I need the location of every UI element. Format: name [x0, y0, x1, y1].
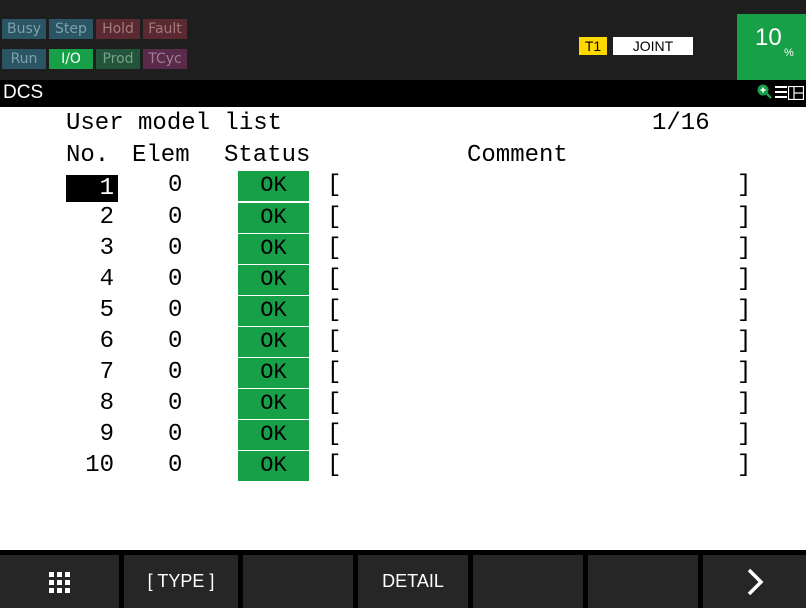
table-row[interactable]: 3 0 OK [ ] [0, 234, 806, 264]
chevron-right-icon [747, 569, 763, 596]
f3-detail-button[interactable]: DETAIL [358, 555, 468, 608]
elem-cell[interactable]: 0 [168, 296, 182, 326]
comment-open-bracket[interactable]: [ [327, 203, 341, 233]
status-cell: OK [238, 203, 309, 233]
elem-cell[interactable]: 0 [168, 203, 182, 233]
comment-close-bracket[interactable]: ] [737, 420, 751, 450]
comment-open-bracket[interactable]: [ [327, 451, 341, 481]
elem-cell[interactable]: 0 [168, 420, 182, 450]
user-model-list-panel: User model list 1/16 No. Elem Status Com… [0, 107, 806, 550]
mode-badge: T1 [579, 37, 607, 55]
comment-open-bracket[interactable]: [ [327, 296, 341, 326]
f1-type-button[interactable]: [ TYPE ] [124, 555, 238, 608]
row-number-cell[interactable]: 10 [66, 451, 118, 481]
screen-title: DCS [3, 82, 44, 103]
f5-button[interactable] [588, 555, 698, 608]
table-row[interactable]: 5 0 OK [ ] [0, 296, 806, 326]
grid-icon [49, 571, 70, 593]
status-cell: OK [238, 296, 309, 326]
comment-close-bracket[interactable]: ] [737, 203, 751, 233]
row-number-cell[interactable]: 3 [66, 234, 118, 264]
comment-close-bracket[interactable]: ] [737, 451, 751, 481]
column-header-elem: Elem [132, 142, 190, 169]
row-number-cell[interactable]: 9 [66, 420, 118, 450]
comment-open-bracket[interactable]: [ [327, 389, 341, 419]
row-number-cell[interactable]: 5 [66, 296, 118, 326]
status-cell: OK [238, 358, 309, 388]
status-cell: OK [238, 265, 309, 295]
column-header-status: Status [224, 142, 311, 169]
f2-button[interactable] [243, 555, 353, 608]
comment-close-bracket[interactable]: ] [737, 296, 751, 326]
function-key-bar: [ TYPE ] DETAIL [0, 550, 806, 608]
status-bar: Busy Step Hold Fault Run I/O Prod TCyc T… [0, 0, 806, 80]
busy-indicator: Busy [2, 19, 46, 39]
status-cell: OK [238, 234, 309, 264]
list-title: User model list [66, 110, 283, 137]
comment-close-bracket[interactable]: ] [737, 265, 751, 295]
table-row[interactable]: 2 0 OK [ ] [0, 203, 806, 233]
row-number-cell[interactable]: 6 [66, 327, 118, 357]
hold-indicator: Hold [96, 19, 140, 39]
column-header-comment: Comment [467, 142, 568, 169]
comment-open-bracket[interactable]: [ [327, 234, 341, 264]
row-number-cell[interactable]: 8 [66, 389, 118, 419]
status-cell: OK [238, 327, 309, 357]
comment-open-bracket[interactable]: [ [327, 358, 341, 388]
elem-cell[interactable]: 0 [168, 171, 182, 201]
tcyc-indicator: TCyc [143, 49, 187, 69]
override-value: 10 [755, 24, 782, 51]
comment-close-bracket[interactable]: ] [737, 358, 751, 388]
row-number-cell[interactable]: 1 [66, 175, 118, 202]
page-counter: 1/16 [652, 110, 710, 137]
table-row[interactable]: 7 0 OK [ ] [0, 358, 806, 388]
comment-open-bracket[interactable]: [ [327, 327, 341, 357]
row-number-cell[interactable]: 7 [66, 358, 118, 388]
override-unit: % [784, 47, 794, 59]
comment-open-bracket[interactable]: [ [327, 420, 341, 450]
status-cell: OK [238, 171, 309, 201]
next-button[interactable] [703, 555, 806, 608]
column-header-no: No. [66, 142, 110, 169]
comment-open-bracket[interactable]: [ [327, 171, 341, 201]
row-number-cell[interactable]: 4 [66, 265, 118, 295]
prod-indicator: Prod [96, 49, 140, 69]
table-row[interactable]: 4 0 OK [ ] [0, 265, 806, 295]
main-menu-button[interactable] [0, 555, 119, 608]
elem-cell[interactable]: 0 [168, 234, 182, 264]
table-row[interactable]: 8 0 OK [ ] [0, 389, 806, 419]
elem-cell[interactable]: 0 [168, 451, 182, 481]
coord-system-badge[interactable]: JOINT [613, 37, 693, 55]
fault-indicator: Fault [143, 19, 187, 39]
table-row[interactable]: 6 0 OK [ ] [0, 327, 806, 357]
zoom-in-icon[interactable] [757, 84, 772, 104]
comment-close-bracket[interactable]: ] [737, 327, 751, 357]
comment-close-bracket[interactable]: ] [737, 171, 751, 201]
f4-button[interactable] [473, 555, 583, 608]
elem-cell[interactable]: 0 [168, 358, 182, 388]
table-row[interactable]: 1 0 OK [ ] [0, 171, 806, 202]
status-cell: OK [238, 420, 309, 450]
speed-override[interactable]: 10 % [737, 14, 806, 80]
comment-close-bracket[interactable]: ] [737, 389, 751, 419]
run-indicator: Run [2, 49, 46, 69]
table-row[interactable]: 10 0 OK [ ] [0, 451, 806, 481]
comment-open-bracket[interactable]: [ [327, 265, 341, 295]
window-layout-icon[interactable] [787, 85, 805, 105]
status-cell: OK [238, 451, 309, 481]
status-cell: OK [238, 389, 309, 419]
title-bar: DCS [0, 80, 806, 107]
row-number-cell[interactable]: 2 [66, 203, 118, 233]
elem-cell[interactable]: 0 [168, 389, 182, 419]
step-indicator: Step [49, 19, 93, 39]
menu-icon[interactable] [775, 85, 787, 104]
table-row[interactable]: 9 0 OK [ ] [0, 420, 806, 450]
comment-close-bracket[interactable]: ] [737, 234, 751, 264]
elem-cell[interactable]: 0 [168, 327, 182, 357]
io-indicator: I/O [49, 49, 93, 69]
elem-cell[interactable]: 0 [168, 265, 182, 295]
